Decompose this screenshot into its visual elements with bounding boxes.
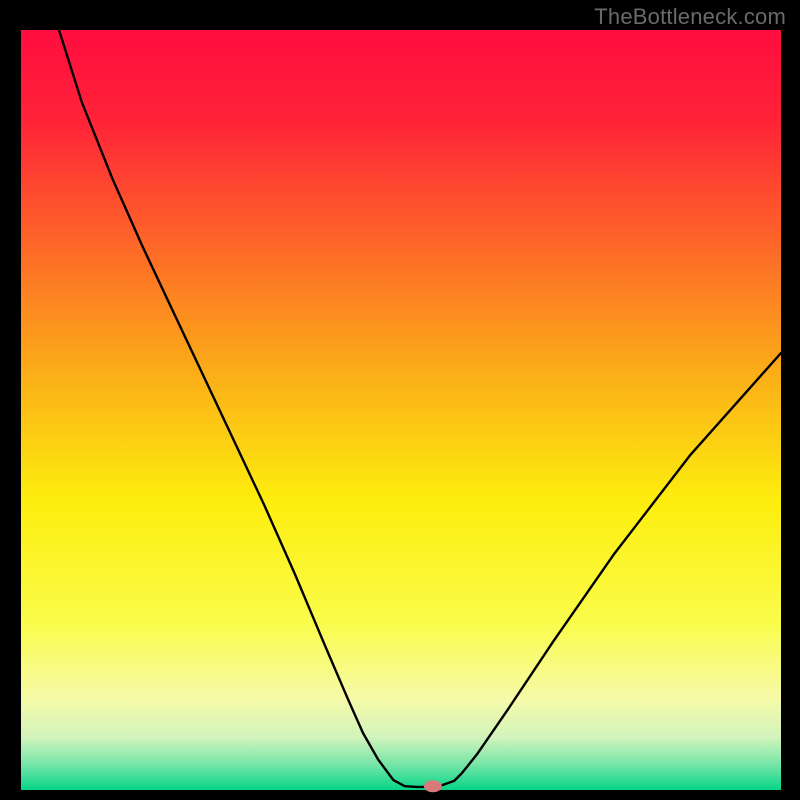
chart-frame: TheBottleneck.com bbox=[0, 0, 800, 800]
sweet-spot-marker bbox=[424, 780, 442, 792]
bottleneck-chart bbox=[0, 0, 800, 800]
plot-background bbox=[21, 30, 781, 790]
watermark-text: TheBottleneck.com bbox=[594, 4, 786, 30]
